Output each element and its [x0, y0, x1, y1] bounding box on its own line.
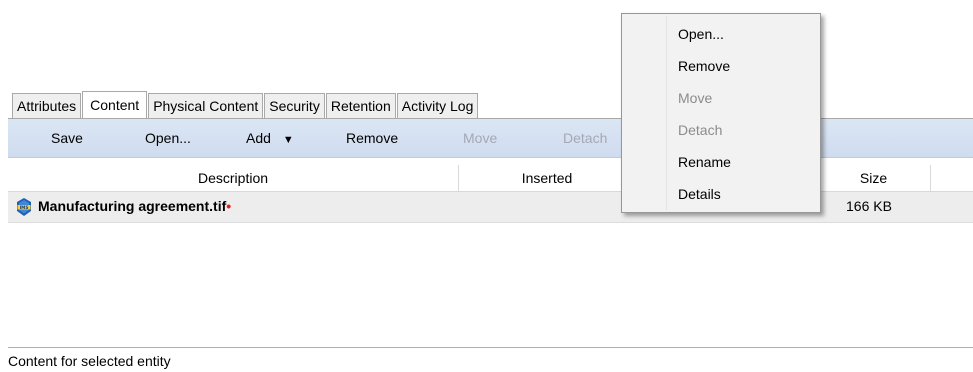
table-row[interactable]: IMS Manufacturing agreement.tif• 166 KB	[8, 192, 973, 223]
tab-physical-content[interactable]: Physical Content	[148, 93, 264, 118]
add-button-label: Add	[246, 130, 271, 146]
menu-item-detach[interactable]: Detach	[678, 122, 722, 138]
dropdown-arrow-icon: ▼	[282, 134, 294, 146]
svg-text:IMS: IMS	[20, 205, 29, 210]
content-toolbar: Save Open... Add ▼ Remove Move Detach	[8, 119, 973, 158]
open-button[interactable]: Open...	[145, 130, 191, 146]
file-name: Manufacturing agreement.tif•	[38, 198, 231, 214]
status-text: Content for selected entity	[8, 353, 171, 369]
file-size: 166 KB	[846, 198, 892, 214]
column-divider[interactable]	[930, 165, 931, 191]
column-header-row: Description Inserted Size	[8, 165, 973, 192]
context-menu: Open... Remove Move Detach Rename Detail…	[621, 13, 821, 213]
remove-button[interactable]: Remove	[346, 130, 398, 146]
menu-item-details[interactable]: Details	[678, 186, 721, 202]
detach-button[interactable]: Detach	[563, 130, 607, 146]
ims-file-icon: IMS	[15, 198, 33, 216]
tab-attributes[interactable]: Attributes	[12, 93, 82, 118]
tab-retention[interactable]: Retention	[325, 93, 396, 118]
move-button[interactable]: Move	[463, 130, 497, 146]
file-name-text: Manufacturing agreement.tif	[38, 198, 227, 214]
tab-content[interactable]: Content	[82, 91, 148, 119]
menu-item-rename[interactable]: Rename	[678, 154, 731, 170]
menu-gutter-divider	[666, 16, 667, 210]
tab-activity-log[interactable]: Activity Log	[396, 93, 479, 118]
tab-strip: Attributes Content Physical Content Secu…	[12, 90, 479, 119]
status-divider	[8, 347, 973, 348]
menu-item-move[interactable]: Move	[678, 90, 712, 106]
tab-security[interactable]: Security	[264, 93, 325, 118]
menu-item-open[interactable]: Open...	[678, 26, 724, 42]
menu-item-remove[interactable]: Remove	[678, 58, 730, 74]
add-button[interactable]: Add ▼	[246, 130, 294, 146]
column-header-size[interactable]: Size	[818, 165, 929, 191]
modified-marker: •	[226, 198, 232, 214]
save-button[interactable]: Save	[51, 130, 83, 146]
column-header-inserted[interactable]: Inserted	[459, 165, 635, 191]
column-header-description[interactable]: Description	[8, 165, 458, 191]
